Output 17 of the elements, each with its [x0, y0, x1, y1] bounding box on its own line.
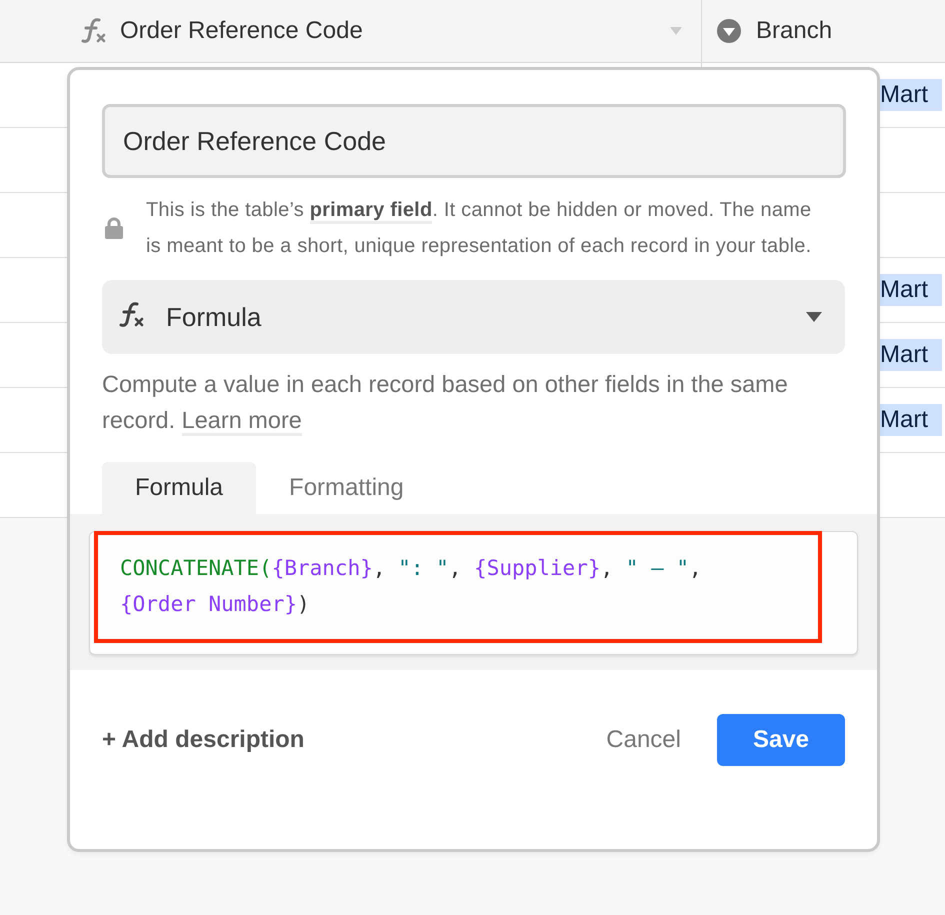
learn-more-link[interactable]: Learn more	[182, 407, 302, 436]
tab[interactable]: Formula	[102, 462, 256, 514]
tab[interactable]: Formatting	[256, 462, 437, 514]
formula-editor[interactable]: CONCATENATE({Branch}, ": ", {Supplier}, " – ", {Order Number})	[89, 531, 858, 655]
formula-code: CONCATENATE({Branch}, ": ", {Supplier}, " – ", {Order Number})	[120, 555, 703, 618]
caret-icon	[669, 26, 683, 36]
add-description-button[interactable]: + Add description	[102, 726, 304, 754]
field-type-dropdown[interactable]: Formula	[102, 280, 845, 354]
column-header[interactable]: Branch	[702, 0, 945, 62]
field-name-input[interactable]: Order Reference Code	[102, 104, 846, 178]
primary-field-note: This is the table’s primary field. It cannot be hidden or moved. The name is meant to be a short, unique representation of each record in your table.	[146, 198, 812, 259]
save-button[interactable]: Save	[717, 714, 845, 766]
column-header[interactable]: Order Reference Code	[0, 0, 702, 62]
type-description: Compute a value in each record based on other fields in the same record. Learn more	[102, 366, 832, 438]
dropdown-circle-icon	[716, 18, 742, 44]
cancel-button[interactable]: Cancel	[600, 725, 687, 755]
lock-icon	[104, 217, 124, 239]
